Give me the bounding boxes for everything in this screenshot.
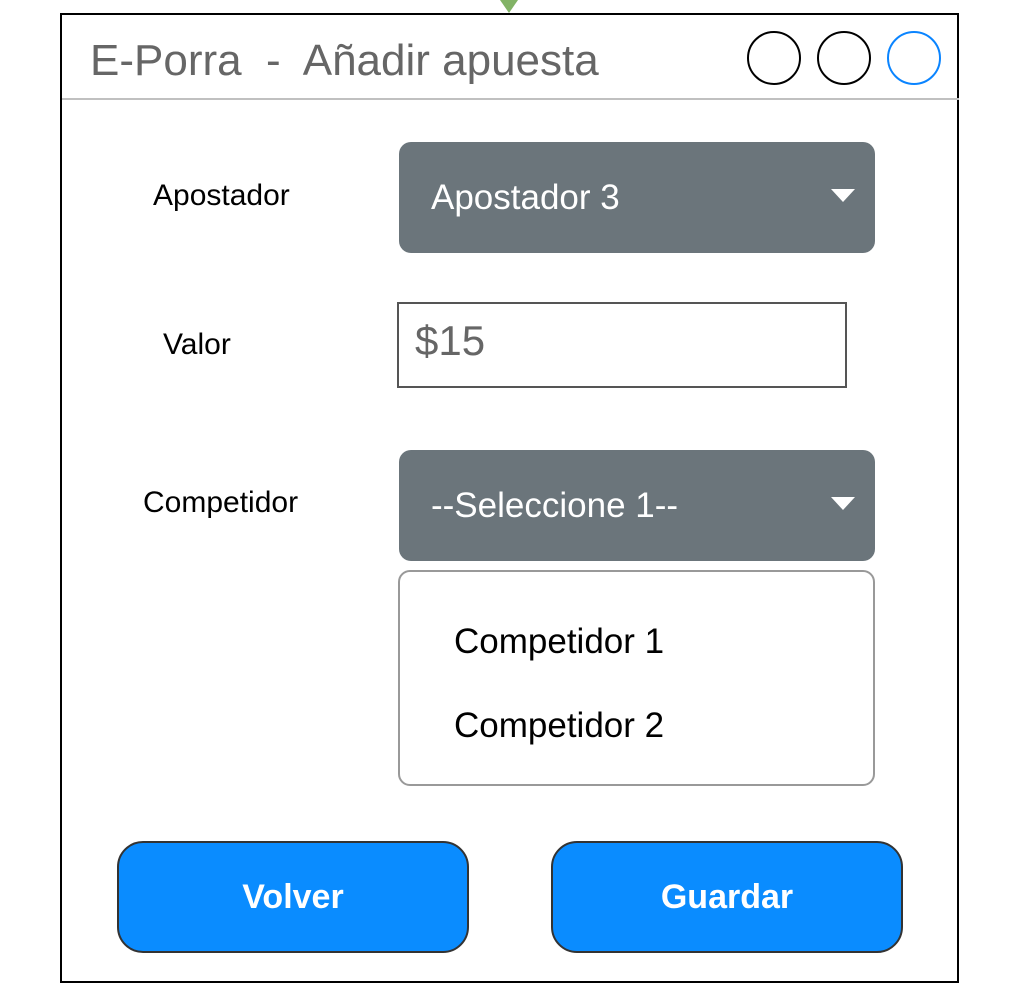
window-title: E-Porra - Añadir apuesta: [90, 36, 599, 85]
apostador-select-value: Apostador 3: [431, 178, 620, 217]
valor-label: Valor: [163, 328, 231, 361]
competidor-label: Competidor: [143, 486, 299, 519]
window-control-circle-3[interactable]: [887, 31, 941, 85]
valor-input[interactable]: $15: [397, 302, 847, 388]
connector-arrow-icon: [500, 0, 518, 13]
save-button[interactable]: Guardar: [551, 841, 903, 953]
apostador-select[interactable]: Apostador 3: [399, 142, 875, 253]
back-button[interactable]: Volver: [117, 841, 469, 953]
competidor-select[interactable]: --Seleccione 1--: [399, 450, 875, 561]
app-window: E-Porra - Añadir apuesta Apostador Apost…: [60, 13, 959, 983]
title-divider: [62, 98, 959, 100]
window-control-circle-1[interactable]: [747, 31, 801, 85]
window-control-circle-2[interactable]: [817, 31, 871, 85]
competidor-select-value: --Seleccione 1--: [431, 486, 679, 525]
dropdown-option-competidor-2[interactable]: Competidor 2: [454, 706, 664, 746]
apostador-label: Apostador: [153, 179, 290, 212]
dropdown-option-competidor-1[interactable]: Competidor 1: [454, 622, 664, 662]
chevron-down-icon: [831, 497, 855, 510]
competidor-dropdown-list: Competidor 1 Competidor 2: [398, 570, 875, 786]
chevron-down-icon: [831, 189, 855, 202]
